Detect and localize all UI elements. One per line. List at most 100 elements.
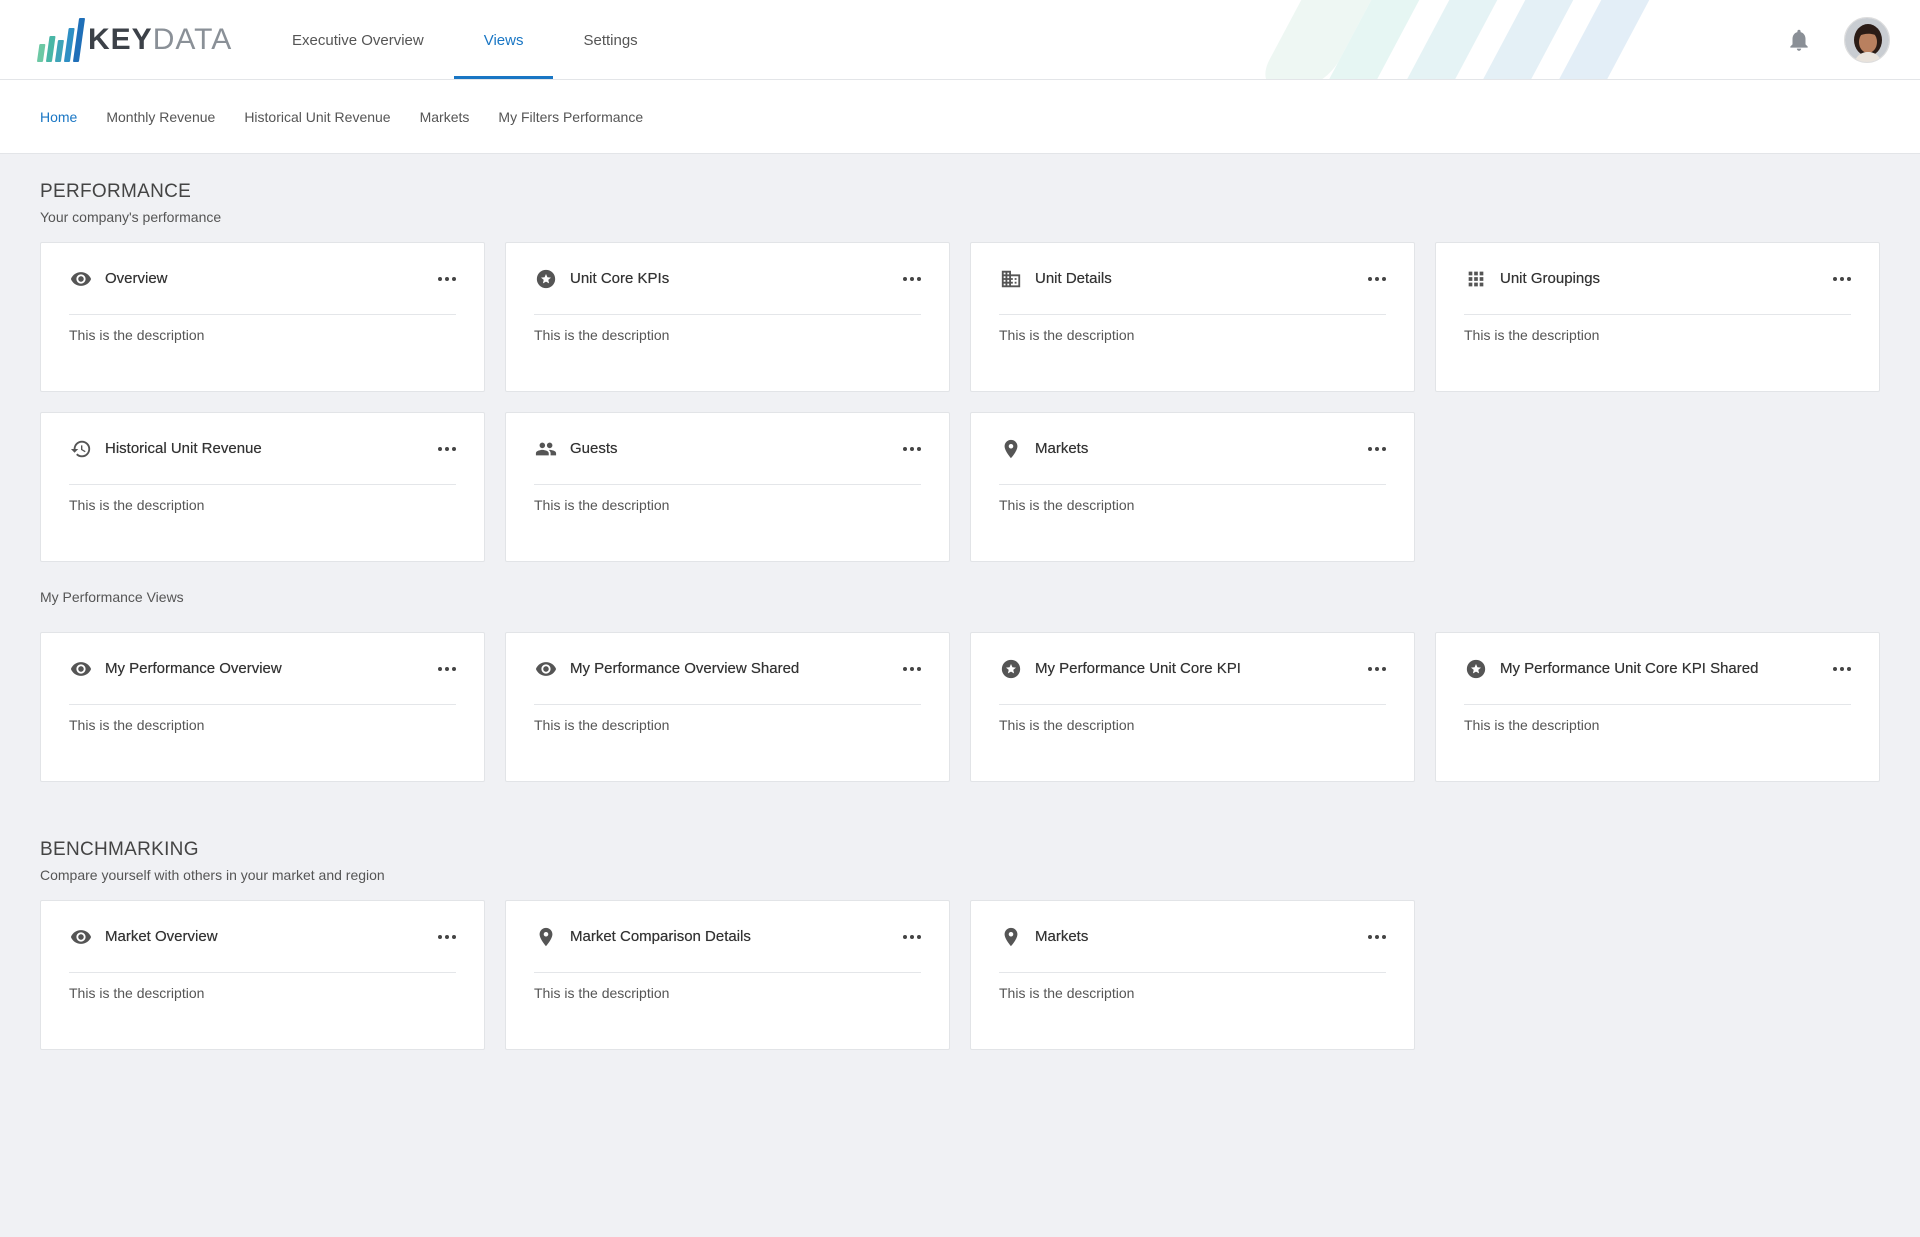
card-header: Markets [999,413,1386,485]
top-header: KEYDATA Executive Overview Views Setting… [0,0,1920,80]
view-card-guests[interactable]: Guests This is the description [505,412,950,562]
card-description: This is the description [1464,327,1600,343]
more-options-dot [1840,276,1844,281]
eye-icon [69,267,93,291]
more-options-icon[interactable] [432,439,456,459]
more-options-dot [438,276,442,281]
view-card-my-performance-unit-core-kpi-shared[interactable]: My Performance Unit Core KPI Shared This … [1435,632,1880,782]
card-title: My Performance Overview Shared [570,660,800,677]
more-options-icon[interactable] [897,659,921,679]
keydata-logo[interactable]: KEYDATA [36,17,232,63]
benchmarking-section-subtitle: Compare yourself with others in your mar… [40,867,385,883]
card-description: This is the description [69,327,205,343]
subnav-home[interactable]: Home [40,109,77,125]
more-options-dot [1382,666,1386,671]
more-options-dot [445,934,449,939]
people-icon [534,437,558,461]
view-card-market-overview[interactable]: Market Overview This is the description [40,900,485,1050]
card-title: My Performance Overview [105,660,282,677]
more-options-dot [438,934,442,939]
card-header: Unit Core KPIs [534,243,921,315]
subnav-historical-unit-revenue[interactable]: Historical Unit Revenue [244,109,390,125]
view-card-historical-unit-revenue[interactable]: Historical Unit Revenue This is the descr… [40,412,485,562]
card-title: My Performance Unit Core KPI Shared [1500,660,1759,677]
view-card-market-comparison-details[interactable]: Market Comparison Details This is the des… [505,900,950,1050]
card-description: This is the description [69,717,205,733]
more-options-dot [445,446,449,451]
card-header: My Performance Overview Shared [534,633,921,705]
more-options-icon[interactable] [1827,269,1851,289]
more-options-dot [917,934,921,939]
logo-text-key: KEY [88,23,153,56]
card-description: This is the description [534,717,670,733]
more-options-dot [1382,446,1386,451]
more-options-dot [1375,446,1379,451]
more-options-dot [1375,276,1379,281]
view-card-markets[interactable]: Markets This is the description [970,412,1415,562]
more-options-dot [910,446,914,451]
more-options-dot [445,276,449,281]
more-options-icon[interactable] [432,269,456,289]
card-title: Unit Details [1035,270,1112,287]
more-options-dot [1382,276,1386,281]
view-card-my-performance-overview[interactable]: My Performance Overview This is the descr… [40,632,485,782]
card-description: This is the description [69,985,205,1001]
card-description: This is the description [534,327,670,343]
more-options-icon[interactable] [1827,659,1851,679]
more-options-icon[interactable] [897,269,921,289]
more-options-icon[interactable] [897,927,921,947]
more-options-dot [1368,934,1372,939]
more-options-icon[interactable] [432,927,456,947]
more-options-icon[interactable] [1362,269,1386,289]
grid-icon-graphic [1468,271,1484,286]
subnav-my-filters-performance[interactable]: My Filters Performance [498,109,643,125]
history-icon [69,437,93,461]
eye-icon [69,925,93,949]
tab-views[interactable]: Views [453,0,554,79]
more-options-icon[interactable] [1362,659,1386,679]
more-options-dot [452,276,456,281]
more-options-icon[interactable] [1362,439,1386,459]
view-card-unit-groupings[interactable]: Unit Groupings This is the description [1435,242,1880,392]
card-header: Unit Details [999,243,1386,315]
notification-bell-icon[interactable] [1786,26,1812,54]
card-title: My Performance Unit Core KPI [1035,660,1241,677]
logo-bars-icon [36,18,86,62]
more-options-dot [1382,934,1386,939]
card-header: Guests [534,413,921,485]
more-options-icon[interactable] [432,659,456,679]
more-options-dot [1833,276,1837,281]
view-card-overview[interactable]: Overview This is the description [40,242,485,392]
view-card-my-performance-overview-shared[interactable]: My Performance Overview Shared This is th… [505,632,950,782]
more-options-dot [903,446,907,451]
more-options-dot [910,276,914,281]
more-options-dot [1833,666,1837,671]
subnav-monthly-revenue[interactable]: Monthly Revenue [106,109,215,125]
more-options-icon[interactable] [1362,927,1386,947]
tab-executive-overview[interactable]: Executive Overview [262,0,454,79]
grid-icon [1464,267,1488,291]
view-card-my-performance-unit-core-kpi[interactable]: My Performance Unit Core KPI This is the … [970,632,1415,782]
more-options-dot [445,666,449,671]
more-options-dot [917,666,921,671]
card-header: My Performance Unit Core KPI Shared [1464,633,1851,705]
user-avatar[interactable] [1844,17,1890,63]
card-description: This is the description [999,717,1135,733]
tab-settings[interactable]: Settings [553,0,667,79]
star-circle-icon [999,657,1023,681]
subnav-markets[interactable]: Markets [420,109,470,125]
card-description: This is the description [1464,717,1600,733]
more-options-dot [1368,276,1372,281]
view-card-unit-details[interactable]: Unit Details This is the description [970,242,1415,392]
card-title: Unit Groupings [1500,270,1601,287]
location-pin-icon [999,925,1023,949]
more-options-dot [910,934,914,939]
star-circle-icon-graphic [1001,659,1021,678]
performance-section-title: PERFORMANCE [40,181,192,202]
view-card-unit-core-kpis[interactable]: Unit Core KPIs This is the description [505,242,950,392]
more-options-icon[interactable] [897,439,921,459]
card-title: Market Overview [105,928,218,945]
more-options-dot [1368,666,1372,671]
performance-section-subtitle: Your company's performance [40,209,222,225]
view-card-markets[interactable]: Markets This is the description [970,900,1415,1050]
